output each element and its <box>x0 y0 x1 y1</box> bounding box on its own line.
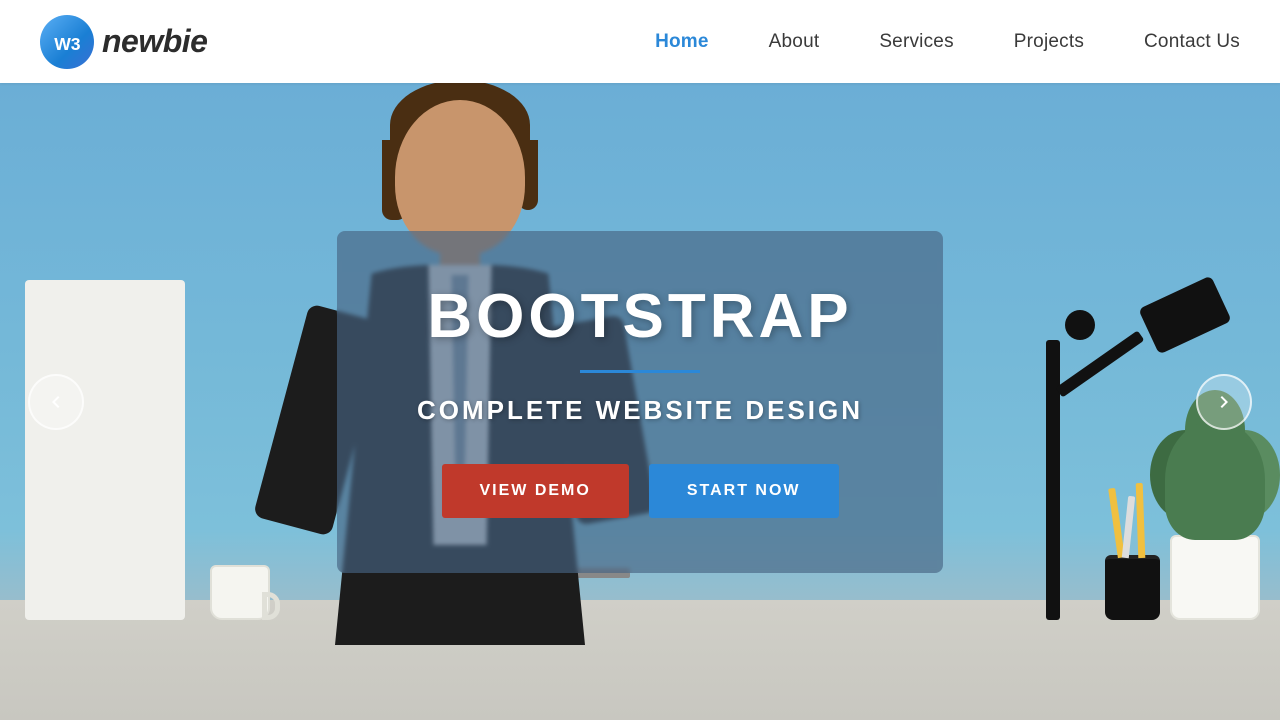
nav-item-projects[interactable]: Projects <box>1014 31 1084 53</box>
pencil-2 <box>1122 496 1135 558</box>
chevron-right-icon <box>1212 390 1236 414</box>
leaf-main <box>1165 420 1265 540</box>
nav-item-about[interactable]: About <box>769 31 820 53</box>
desk-white-block <box>25 280 185 620</box>
carousel-next-button[interactable] <box>1196 374 1252 430</box>
logo-icon: W3 <box>40 15 94 69</box>
pencil-cup-body <box>1105 555 1160 620</box>
hero-title-divider <box>580 370 700 373</box>
plant-pot <box>1170 535 1260 620</box>
plant <box>1170 535 1260 620</box>
logo-text: newbie <box>102 23 207 60</box>
hero-subtitle: COMPLETE WEBSITE DESIGN <box>417 395 863 426</box>
pencil-3 <box>1136 483 1146 558</box>
navbar: W3 newbie Home About Services Projects C… <box>0 0 1280 83</box>
lamp-joint <box>1065 310 1095 340</box>
nav-item-contact[interactable]: Contact Us <box>1144 31 1240 53</box>
lamp-pole <box>1046 340 1060 620</box>
start-now-button[interactable]: START NOW <box>649 464 839 518</box>
chevron-left-icon <box>44 390 68 414</box>
right-objects <box>930 180 1280 720</box>
hero-overlay: BOOTSTRAP COMPLETE WEBSITE DESIGN VIEW D… <box>337 231 943 573</box>
hero-section: BOOTSTRAP COMPLETE WEBSITE DESIGN VIEW D… <box>0 83 1280 720</box>
lamp-shade <box>1138 275 1232 354</box>
nav-item-services[interactable]: Services <box>879 31 953 53</box>
lamp-arm <box>1056 330 1145 397</box>
nav-links: Home About Services Projects Contact Us <box>655 31 1240 53</box>
view-demo-button[interactable]: VIEW DEMO <box>441 464 628 518</box>
hero-buttons: VIEW DEMO START NOW <box>417 464 863 518</box>
nav-item-home[interactable]: Home <box>655 31 709 53</box>
svg-text:W3: W3 <box>54 34 81 54</box>
pencil-cup <box>1105 555 1160 620</box>
hero-title: BOOTSTRAP <box>417 281 863 352</box>
carousel-prev-button[interactable] <box>28 374 84 430</box>
logo[interactable]: W3 newbie <box>40 15 207 69</box>
